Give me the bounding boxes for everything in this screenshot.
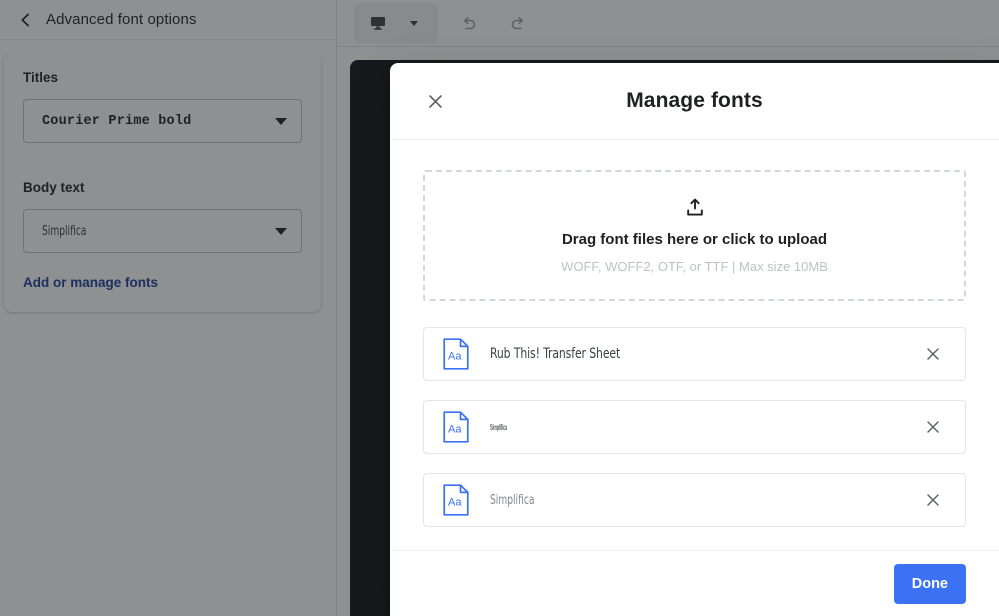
- app-root: Advanced font options Titles Courier Pri…: [0, 0, 999, 616]
- manage-fonts-dialog: Manage fonts Drag font files here or cli…: [390, 63, 999, 616]
- font-file-icon: Aa: [440, 482, 472, 518]
- dialog-body: Drag font files here or click to upload …: [390, 140, 999, 550]
- done-button[interactable]: Done: [893, 563, 966, 604]
- list-item[interactable]: Aa Rub This! Transfer Sheet: [423, 327, 966, 381]
- font-name: Simplifica: [490, 422, 507, 432]
- list-item[interactable]: Aa Simplifica: [423, 400, 966, 454]
- svg-text:Aa: Aa: [448, 351, 462, 363]
- font-name: Simplifica: [490, 492, 535, 508]
- list-item[interactable]: Aa Simplifica: [423, 473, 966, 527]
- font-file-icon: Aa: [440, 409, 472, 445]
- upload-icon: [686, 198, 704, 222]
- svg-text:Aa: Aa: [448, 497, 462, 509]
- close-icon[interactable]: [919, 340, 947, 368]
- dialog-title: Manage fonts: [626, 89, 763, 112]
- close-icon[interactable]: [919, 413, 947, 441]
- close-icon[interactable]: [420, 86, 450, 116]
- dropzone-primary-text: Drag font files here or click to upload: [561, 230, 828, 248]
- dialog-header: Manage fonts: [390, 63, 999, 140]
- font-name: Rub This! Transfer Sheet: [490, 346, 621, 362]
- close-icon[interactable]: [919, 486, 947, 514]
- svg-text:Aa: Aa: [448, 424, 462, 436]
- dialog-footer: Done: [390, 550, 999, 616]
- font-file-icon: Aa: [440, 336, 472, 372]
- dropzone-secondary-text: WOFF, WOFF2, OTF, or TTF | Max size 10MB: [561, 258, 828, 274]
- installed-fonts-list: Aa Rub This! Transfer Sheet Aa Simplific…: [423, 327, 966, 527]
- font-upload-dropzone[interactable]: Drag font files here or click to upload …: [423, 170, 966, 301]
